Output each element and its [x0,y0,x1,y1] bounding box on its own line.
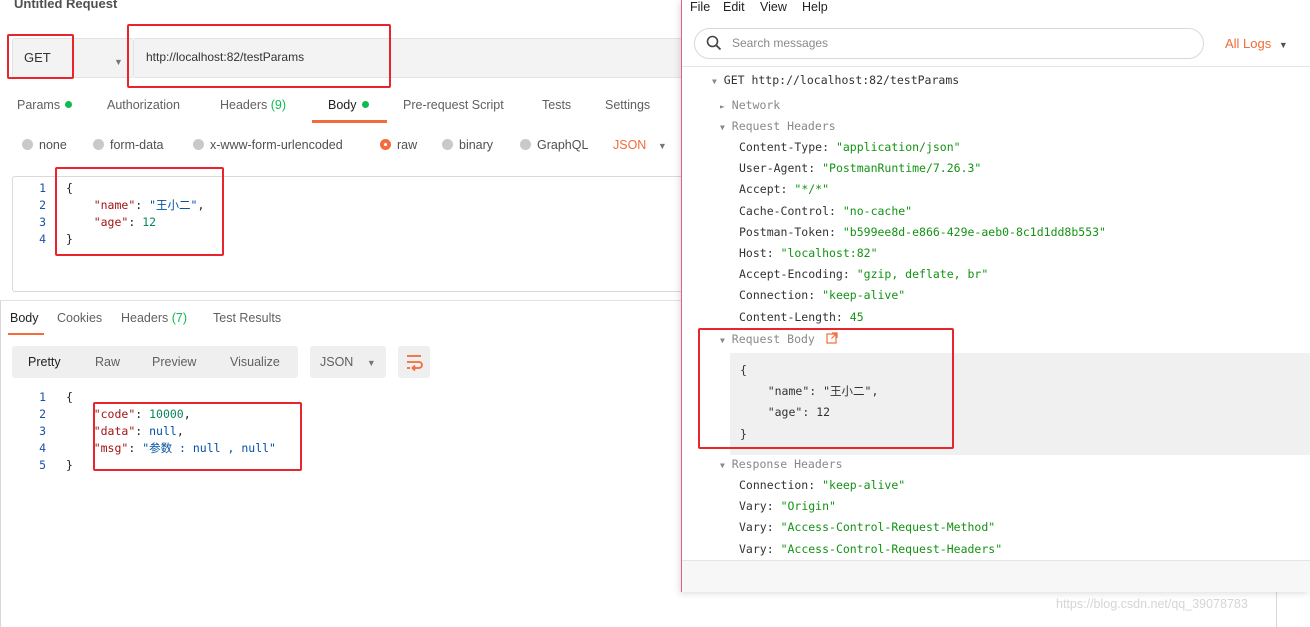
request-body-code: { "name": "王小二", "age": 12 } [66,181,205,246]
header-row: Vary: "Access-Control-Request-Method" [739,520,996,535]
view-raw-button[interactable]: Raw [95,355,120,369]
chevron-down-icon: ▼ [1278,40,1288,50]
response-tab-body[interactable]: Body [10,311,39,325]
triangle-down-icon: ▼ [720,336,725,345]
response-line-numbers: 1 2 3 4 5 [39,390,46,472]
wrap-lines-button[interactable] [398,346,430,378]
tab-authorization[interactable]: Authorization [107,98,180,112]
request-title: Untitled Request [14,0,118,11]
radio-none[interactable]: none [22,138,67,152]
radio-icon [520,139,531,150]
console-menubar: File Edit View Help [682,0,1310,22]
chevron-down-icon: ▼ [657,141,667,151]
header-row: Content-Type: "application/json" [739,140,961,154]
chevron-down-icon[interactable]: ▼ [114,52,123,70]
search-icon [706,35,722,56]
radio-binary[interactable]: binary [442,138,493,152]
triangle-down-icon: ▼ [720,123,725,132]
tab-params[interactable]: Params [17,98,73,112]
tab-tests[interactable]: Tests [542,98,571,112]
console-request-body-section[interactable]: ▼ Request Body [720,329,838,351]
tab-pre-request-script[interactable]: Pre-request Script [403,98,504,112]
header-row: Vary: "Origin" [739,499,836,514]
tab-body[interactable]: Body [328,98,369,112]
search-placeholder: Search messages [732,36,829,50]
postman-console-window: File Edit View Help Search messages All … [681,0,1310,592]
console-divider [682,66,1310,67]
radio-icon [193,139,204,150]
header-row: Connection: "keep-alive" [739,478,906,492]
menu-edit[interactable]: Edit [723,0,745,14]
chevron-down-icon: ▼ [366,358,376,368]
response-tab-test-results[interactable]: Test Results [213,311,281,325]
section-divider [0,300,690,301]
console-request-body-code: { "name": "王小二", "age": 12 } [740,363,879,441]
console-response-headers-section[interactable]: ▼ Response Headers [720,454,843,476]
header-row: User-Agent: "PostmanRuntime/7.26.3" [739,161,982,176]
console-request-line[interactable]: ▼ GET http://localhost:82/testParams [712,70,959,92]
response-headers-list: Connection: "keep-alive" Vary: "Origin" … [739,475,1002,560]
response-format-label: JSON ▼ [320,355,376,369]
response-tab-cookies[interactable]: Cookies [57,311,102,325]
radio-icon [22,139,33,150]
watermark: https://blog.csdn.net/qq_39078783 [1056,597,1248,611]
header-row: Connection: "keep-alive" [739,288,906,303]
view-preview-button[interactable]: Preview [152,355,196,369]
triangle-right-icon: ► [720,102,725,111]
response-tab-headers[interactable]: Headers (7) [121,311,187,325]
header-row: Accept: "*/*" [739,182,830,197]
tab-headers[interactable]: Headers (9) [220,98,286,112]
menu-view[interactable]: View [760,0,787,14]
radio-form-data[interactable]: form-data [93,138,164,152]
active-response-tab-indicator [8,333,44,335]
view-pretty-button[interactable]: Pretty [28,355,61,369]
header-row: Host: "localhost:82" [739,246,878,261]
console-network-section[interactable]: ► Network [720,95,780,117]
radio-selected-icon [380,139,391,150]
url-value: http://localhost:82/testParams [146,50,305,64]
wrap-lines-icon [407,355,423,372]
triangle-down-icon: ▼ [712,77,717,86]
radio-graphql[interactable]: GraphQL [520,138,588,152]
body-format-select[interactable]: JSON ▼ [613,138,667,152]
triangle-down-icon: ▼ [720,461,725,470]
tab-settings[interactable]: Settings [605,98,650,112]
console-footer [682,560,1310,592]
header-row: Cache-Control: "no-cache" [739,203,913,218]
menu-file[interactable]: File [690,0,710,14]
open-external-icon[interactable] [822,332,838,346]
header-row: Accept-Encoding: "gzip, deflate, br" [739,267,989,282]
radio-icon [93,139,104,150]
radio-raw[interactable]: raw [380,138,417,152]
active-tab-indicator [312,120,387,123]
pane-border [0,300,1,627]
header-row: Postman-Token: "b599ee8d-e866-429e-aeb0-… [739,224,1106,239]
log-filter-select[interactable]: All Logs ▼ [1225,36,1288,51]
request-headers-list: Content-Type: "application/json" User-Ag… [739,137,1106,328]
request-line-numbers: 1 2 3 4 [39,181,46,246]
radio-x-www-form-urlencoded[interactable]: x-www-form-urlencoded [193,138,343,152]
header-row: Vary: "Access-Control-Request-Headers" [739,541,1003,556]
menu-help[interactable]: Help [802,0,828,14]
body-dot-icon [361,101,369,108]
response-body-code: { "code": 10000, "data": null, "msg": "参… [66,390,276,472]
radio-icon [442,139,453,150]
method-label: GET [24,50,51,65]
pane-border [1276,592,1277,627]
view-visualize-button[interactable]: Visualize [230,355,280,369]
header-row: Content-Length: 45 [739,309,864,324]
console-request-headers-section[interactable]: ▼ Request Headers [720,116,836,138]
params-dot-icon [65,101,73,108]
